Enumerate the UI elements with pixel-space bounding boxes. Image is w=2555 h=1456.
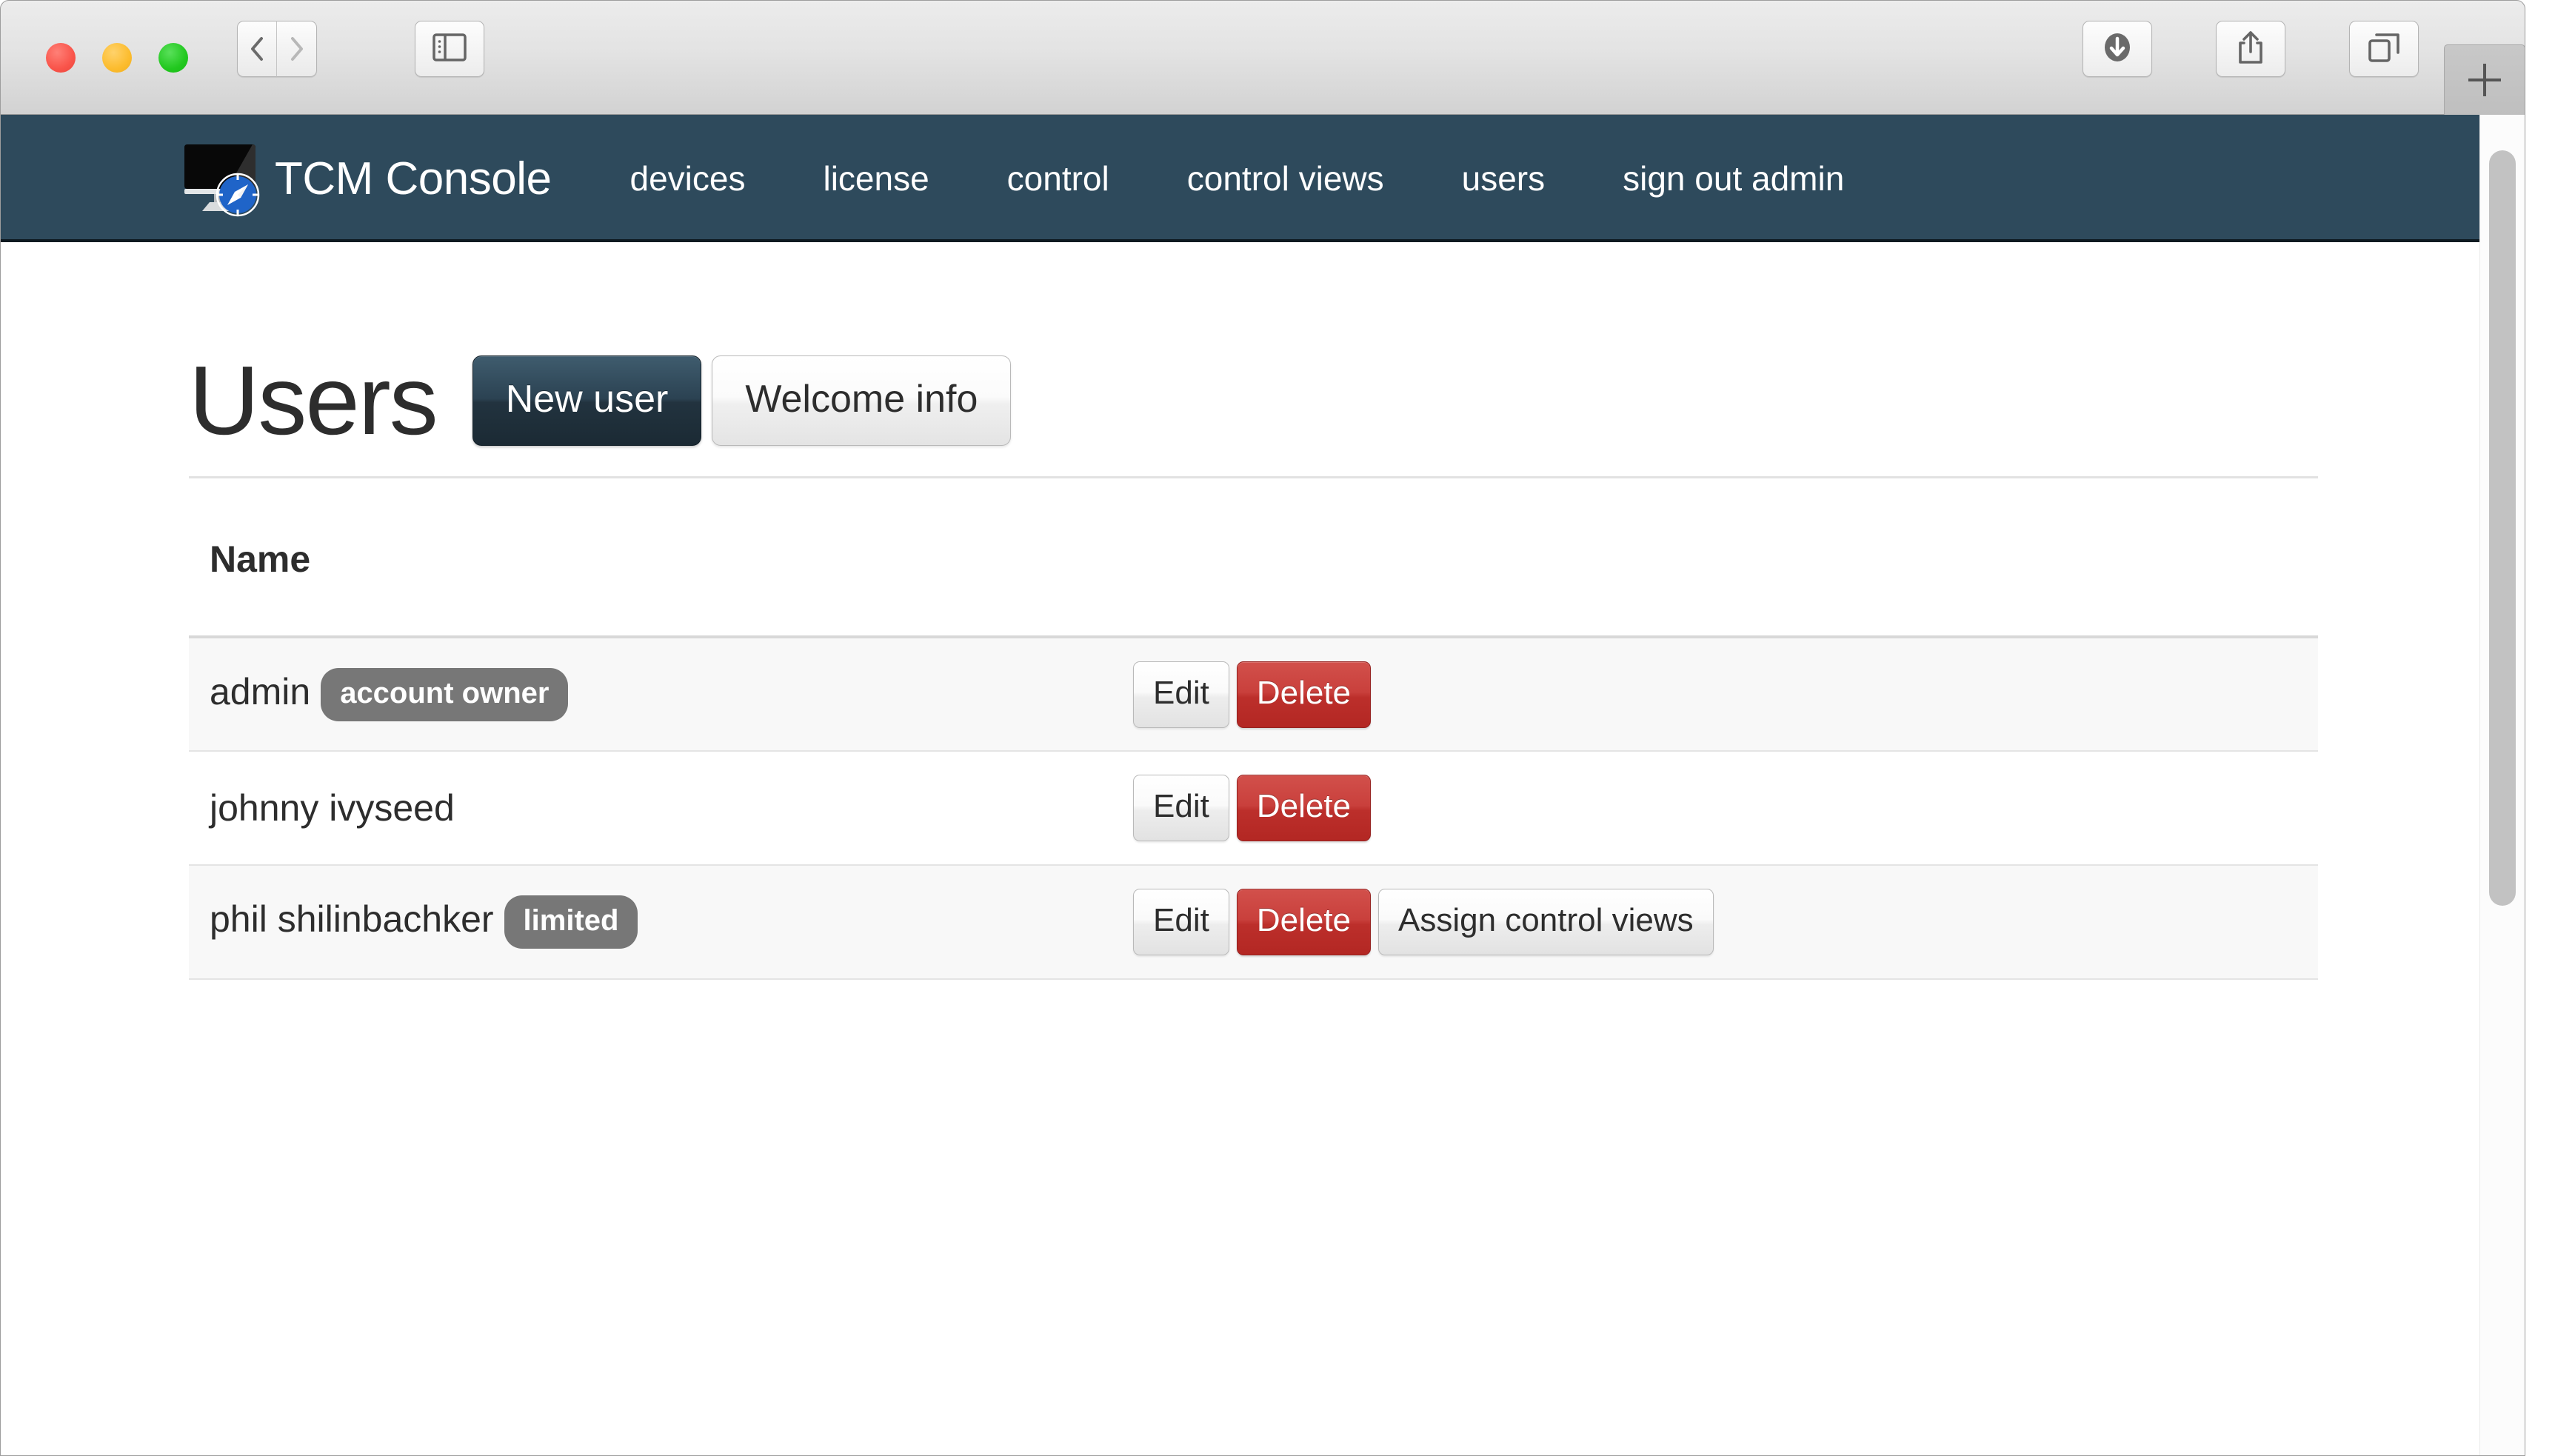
new-user-button[interactable]: New user <box>472 355 702 446</box>
assign-control-views-button[interactable]: Assign control views <box>1378 889 1714 955</box>
user-name: admin <box>210 670 311 712</box>
zoom-window-button[interactable] <box>158 43 188 73</box>
sidebar-toggle-icon <box>432 33 467 65</box>
chevron-left-icon <box>250 36 264 61</box>
navbar-links: devices license control control views us… <box>630 158 1845 198</box>
share-button[interactable] <box>2216 21 2285 77</box>
share-upload-icon <box>2236 30 2265 69</box>
edit-button[interactable]: Edit <box>1133 889 1229 955</box>
scrollbar-thumb[interactable] <box>2489 150 2516 906</box>
show-all-tabs-icon <box>2367 32 2401 67</box>
table-row: johnny ivyseed Edit Delete <box>189 751 2318 866</box>
user-name: phil shilinbachker <box>210 898 494 941</box>
sidebar-toggle-button[interactable] <box>415 21 484 77</box>
plus-icon <box>2468 64 2501 96</box>
nav-buttons-group <box>237 21 317 77</box>
status-badge: limited <box>504 895 638 949</box>
brand-title: TCM Console <box>275 153 552 204</box>
nav-link-devices[interactable]: devices <box>630 158 746 198</box>
minimize-window-button[interactable] <box>102 43 132 73</box>
page-title: Users <box>189 346 438 455</box>
users-table-body: admin account owner Edit Delete johnny iv… <box>189 637 2318 980</box>
column-header-actions <box>1133 478 2318 638</box>
window-traffic-lights <box>46 43 188 73</box>
nav-link-users[interactable]: users <box>1462 158 1545 198</box>
welcome-info-button[interactable]: Welcome info <box>712 355 1012 446</box>
user-name-cell: admin account owner <box>189 637 1133 752</box>
chevron-right-icon <box>290 36 304 61</box>
status-badge: account owner <box>321 667 569 721</box>
browser-titlebar <box>0 0 2525 115</box>
show-all-tabs-button[interactable] <box>2349 21 2419 77</box>
table-header-row: Name <box>189 478 2318 638</box>
user-actions-cell: Edit Delete <box>1133 637 2318 752</box>
nav-link-control[interactable]: control <box>1007 158 1109 198</box>
browser-window: TCM Console devices license control cont… <box>0 0 2555 1456</box>
user-actions-cell: Edit Delete Assign control views <box>1133 865 2318 980</box>
nav-link-sign-out[interactable]: sign out admin <box>1623 158 1844 198</box>
monitor-compass-logo-icon <box>181 140 264 217</box>
new-tab-button[interactable] <box>2444 44 2525 115</box>
delete-button[interactable]: Delete <box>1236 775 1372 841</box>
downloads-arrow-icon <box>2101 31 2134 67</box>
user-name-cell: johnny ivyseed <box>189 751 1133 866</box>
page-viewport: TCM Console devices license control cont… <box>0 115 2525 1456</box>
close-window-button[interactable] <box>46 43 76 73</box>
user-name-cell: phil shilinbachker limited <box>189 865 1133 980</box>
users-table: Name admin account owner Edit Delete joh… <box>189 478 2318 980</box>
delete-button[interactable]: Delete <box>1236 889 1372 955</box>
edit-button[interactable]: Edit <box>1133 775 1229 841</box>
nav-link-license[interactable]: license <box>823 158 929 198</box>
page-scrollbar[interactable] <box>2479 115 2525 1456</box>
brand-home-link[interactable]: TCM Console <box>181 140 552 217</box>
users-table-head: Name <box>189 478 2318 638</box>
back-button[interactable] <box>237 21 277 77</box>
forward-button[interactable] <box>277 21 317 77</box>
delete-button[interactable]: Delete <box>1236 661 1372 728</box>
table-row: phil shilinbachker limited Edit Delete As… <box>189 865 2318 980</box>
page-header: Users New user Welcome info <box>189 242 2318 476</box>
site-navbar: TCM Console devices license control cont… <box>0 115 2479 242</box>
table-row: admin account owner Edit Delete <box>189 637 2318 752</box>
user-actions-cell: Edit Delete <box>1133 751 2318 866</box>
nav-link-control-views[interactable]: control views <box>1187 158 1384 198</box>
downloads-button[interactable] <box>2083 21 2152 77</box>
column-header-name: Name <box>189 478 1133 638</box>
edit-button[interactable]: Edit <box>1133 661 1229 728</box>
main-container: Users New user Welcome info Name admin ac… <box>189 242 2318 980</box>
user-name: johnny ivyseed <box>210 787 455 829</box>
